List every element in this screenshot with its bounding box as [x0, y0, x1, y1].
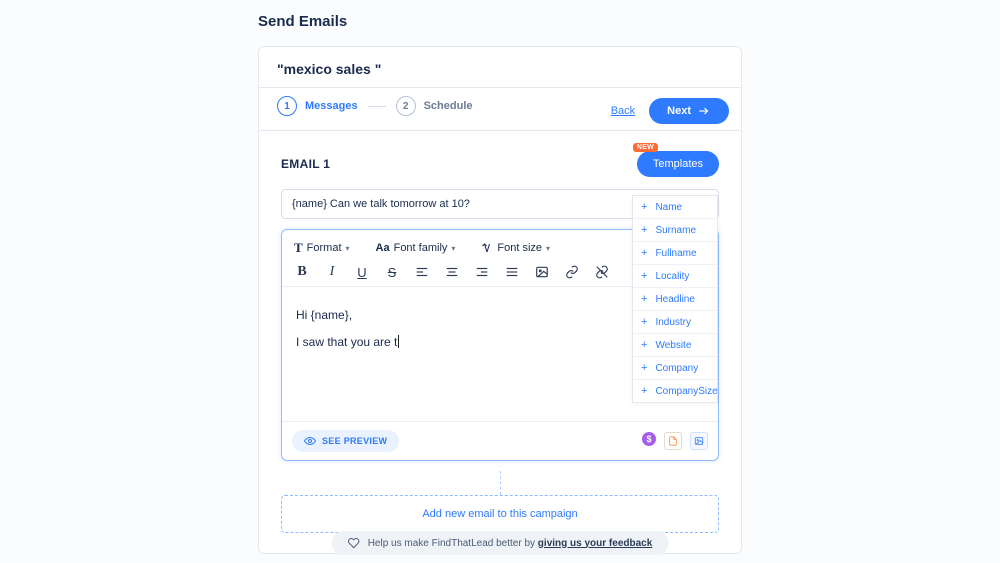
format-dropdown[interactable]: T Format ▾ — [294, 240, 350, 256]
format-icon: T — [294, 240, 303, 256]
dollar-icon[interactable]: $ — [642, 432, 656, 446]
feedback-text: Help us make FindThatLead better by — [368, 538, 538, 549]
document-icon[interactable] — [664, 432, 682, 450]
font-icon: Aa — [376, 242, 390, 254]
arrow-right-icon — [697, 104, 711, 118]
step-circle: 1 — [277, 96, 297, 116]
underline-button[interactable]: U — [354, 264, 370, 280]
chevron-down-icon: ▾ — [451, 244, 455, 253]
variable-website[interactable]: +Website — [633, 333, 717, 356]
font-size-label: Font size — [497, 242, 542, 254]
chevron-down-icon: ▾ — [346, 244, 350, 253]
variable-companysize[interactable]: +CompanySize — [633, 379, 717, 402]
variable-locality[interactable]: +Locality — [633, 264, 717, 287]
templates-button-label: Templates — [653, 158, 703, 170]
step-circle: 2 — [396, 96, 416, 116]
format-label: Format — [307, 242, 342, 254]
step-messages[interactable]: 1 Messages — [277, 96, 358, 116]
variable-name[interactable]: +Name — [633, 196, 717, 218]
variable-industry[interactable]: +Industry — [633, 310, 717, 333]
back-link[interactable]: Back — [611, 105, 635, 117]
plus-icon: + — [641, 316, 647, 328]
variable-surname[interactable]: +Surname — [633, 218, 717, 241]
font-family-label: Font family — [394, 242, 448, 254]
heart-icon — [348, 537, 360, 549]
feedback-link[interactable]: giving us your feedback — [538, 538, 652, 549]
plus-icon: + — [641, 247, 647, 259]
italic-button[interactable]: I — [324, 264, 340, 280]
see-preview-button[interactable]: SEE PREVIEW — [292, 430, 399, 452]
connector-line — [500, 471, 501, 495]
align-left-button[interactable] — [414, 264, 430, 280]
font-size-icon — [481, 242, 493, 254]
plus-icon: + — [641, 362, 647, 374]
link-button[interactable] — [564, 264, 580, 280]
plus-icon: + — [641, 201, 647, 213]
editor-footer: SEE PREVIEW $ — [282, 421, 718, 460]
unlink-button[interactable] — [594, 264, 610, 280]
email-number-title: EMAIL 1 — [281, 157, 330, 171]
nav-actions: Back Next — [611, 98, 729, 124]
variable-fullname[interactable]: +Fullname — [633, 241, 717, 264]
variable-headline[interactable]: +Headline — [633, 287, 717, 310]
font-family-dropdown[interactable]: Aa Font family ▾ — [376, 240, 456, 256]
templates-button[interactable]: NEW Templates — [637, 151, 719, 177]
align-right-button[interactable] — [474, 264, 490, 280]
steps-row: 1 Messages 2 Schedule Back Next — [259, 88, 741, 131]
next-button-label: Next — [667, 105, 691, 117]
see-preview-label: SEE PREVIEW — [322, 436, 387, 446]
add-email-button[interactable]: Add new email to this campaign — [281, 495, 719, 533]
font-size-dropdown[interactable]: Font size ▾ — [481, 240, 550, 256]
step-schedule[interactable]: 2 Schedule — [396, 96, 473, 116]
bold-button[interactable]: B — [294, 264, 310, 280]
strikethrough-button[interactable]: S — [384, 264, 400, 280]
chevron-down-icon: ▾ — [546, 244, 550, 253]
new-badge: NEW — [633, 143, 658, 152]
plus-icon: + — [641, 339, 647, 351]
step-connector — [368, 106, 386, 107]
campaign-name: "mexico sales " — [259, 47, 741, 88]
align-center-button[interactable] — [444, 264, 460, 280]
page-title: Send Emails — [258, 13, 347, 30]
align-justify-button[interactable] — [504, 264, 520, 280]
plus-icon: + — [641, 270, 647, 282]
next-button[interactable]: Next — [649, 98, 729, 124]
plus-icon: + — [641, 385, 647, 397]
step-label: Schedule — [424, 100, 473, 112]
feedback-bar: Help us make FindThatLead better by givi… — [332, 531, 669, 555]
plus-icon: + — [641, 293, 647, 305]
eye-icon — [304, 435, 316, 447]
variables-panel: +Name +Surname +Fullname +Locality +Head… — [632, 195, 718, 403]
plus-icon: + — [641, 224, 647, 236]
image-button[interactable] — [534, 264, 550, 280]
step-label: Messages — [305, 100, 358, 112]
image-gallery-icon[interactable] — [690, 432, 708, 450]
variable-company[interactable]: +Company — [633, 356, 717, 379]
